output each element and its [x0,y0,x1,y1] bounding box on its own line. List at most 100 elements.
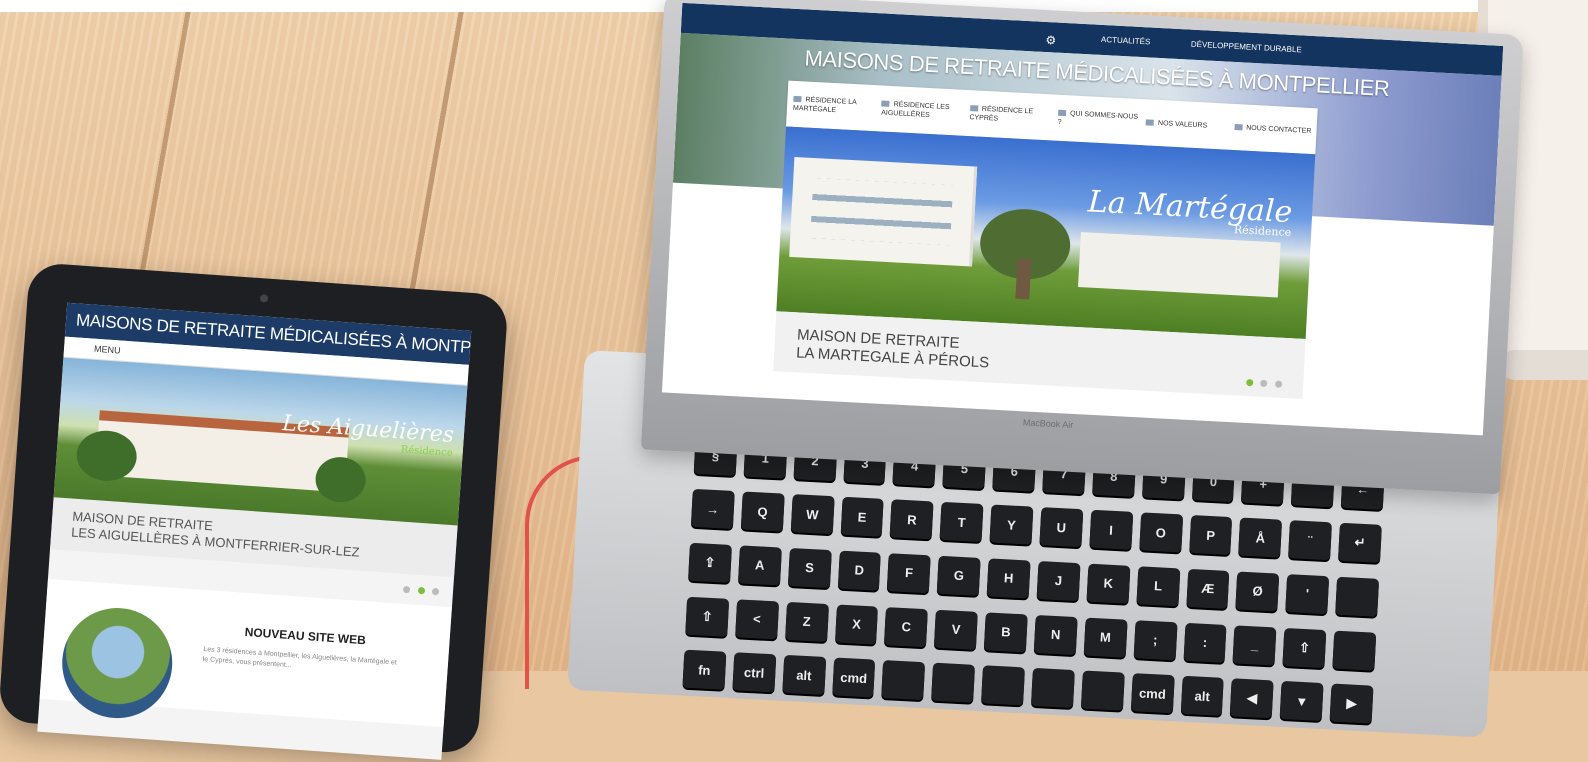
keyboard-key[interactable] [1332,630,1377,671]
news-body: Les 3 résidences à Montpellier, les Aigu… [202,646,397,670]
keyboard-key[interactable]: X [834,604,879,645]
menu-item-aiguelieres[interactable]: RÉSIDENCE LES AIGUELLÈRES [875,99,964,122]
keyboard-key[interactable]: ◀ [1230,678,1274,719]
keyboard-key[interactable]: Q [740,491,785,532]
keyboard-key[interactable]: : [1183,622,1227,663]
news-title[interactable]: NOUVEAU SITE WEB [244,625,366,647]
carousel-dot[interactable] [402,585,411,594]
keyboard-key[interactable]: fn [682,649,727,691]
keyboard-key[interactable]: Z [784,601,829,642]
keyboard-key[interactable] [981,665,1025,706]
monitor-foot [1500,350,1588,380]
keyboard-key[interactable]: Ø [1235,571,1280,612]
menu-item-label: RÉSIDENCE LE CYPRÈS [969,105,1034,123]
keyboard-key[interactable]: U [1039,507,1084,548]
keyboard-key[interactable]: < [735,598,779,640]
keyboard-key[interactable]: I [1089,510,1133,551]
keyboard-key[interactable] [1030,668,1075,709]
keyboard-key[interactable]: Æ [1185,568,1230,609]
keyboard-key[interactable]: D [837,550,882,591]
menu-item-label: QUI SOMMES-NOUS ? [1057,110,1139,126]
residence-icon [969,105,979,112]
mail-icon [1234,123,1243,131]
olive-tree-trunk [1015,258,1032,300]
keyboard-key[interactable]: ' [1285,574,1330,615]
keyboard-key[interactable] [931,662,976,704]
menu-item-nos-valeurs[interactable]: NOS VALEURS [1140,118,1229,132]
keyboard-key[interactable]: ; [1133,619,1178,660]
laptop-brand-label: MacBook Air [1022,417,1074,430]
keyboard-key[interactable]: W [790,494,835,535]
keyboard-key[interactable]: Å [1238,517,1283,558]
carousel-dot-active[interactable] [1246,378,1254,387]
keyboard-key[interactable]: P [1188,515,1233,556]
news-thumbnail[interactable] [58,604,176,722]
keyboard-key[interactable]: ▶ [1329,683,1374,725]
keyboard-key[interactable]: ⇪ [688,542,732,583]
tablet-device: MAISONS DE RETRAITE MÉDICALISÉES À MONTP… [0,262,509,760]
camera-icon [259,294,269,303]
keyboard-key[interactable]: G [937,555,981,596]
menu-item-qui-sommes-nous[interactable]: QUI SOMMES-NOUS ? [1051,108,1140,131]
tablet-hero-image: Les Aiguelières Résidence [53,357,468,526]
keyboard-key[interactable]: alt [782,655,826,696]
tree-shape [314,455,368,504]
carousel-dot-active[interactable] [417,586,425,595]
keyboard-key[interactable] [1335,576,1380,617]
laptop-lid: ⚙ ACTUALITÉS DÉVELOPPEMENT DURABLE MAISO… [640,0,1524,495]
keyboard-key[interactable]: ⇧ [685,596,730,637]
keyboard-key[interactable]: J [1036,561,1081,602]
keyboard-key[interactable]: cmd [831,657,876,698]
tablet-screen: MAISONS DE RETRAITE MÉDICALISÉES À MONTP… [37,302,472,760]
keyboard-key[interactable]: _ [1232,625,1277,666]
keyboard-key[interactable]: S [787,547,832,589]
keyboard-key[interactable]: O [1138,512,1183,553]
nav-actualites[interactable]: ACTUALITÉS [1101,35,1151,47]
menu-item-cypres[interactable]: RÉSIDENCE LE CYPRÈS [963,104,1052,127]
menu-item-label: RÉSIDENCE LA MARTÉGALE [792,96,857,115]
residence-building-2 [1078,232,1281,298]
values-icon [1145,119,1155,126]
keyboard-key[interactable]: ctrl [732,652,777,693]
keyboard-key[interactable]: ↵ [1338,523,1382,564]
keyboard-key[interactable]: R [890,499,934,540]
carousel-dot[interactable] [1260,379,1268,388]
keyboard-key[interactable]: Y [989,504,1034,545]
keyboard-key[interactable]: A [737,545,782,586]
menu-item-martegale[interactable]: RÉSIDENCE LA MARTÉGALE [787,95,876,118]
menu-item-label: NOUS CONTACTER [1246,124,1312,135]
residence-icon [881,100,890,108]
keyboard-key[interactable]: alt [1180,676,1225,717]
keyboard-key[interactable]: → [690,489,735,530]
keyboard-key[interactable] [1080,670,1125,711]
keyboard-key[interactable]: ▼ [1279,681,1324,722]
info-icon [1057,109,1067,117]
nav-developpement-durable[interactable]: DÉVELOPPEMENT DURABLE [1191,40,1302,55]
residence-building [789,157,978,267]
laptop-screen: ⚙ ACTUALITÉS DÉVELOPPEMENT DURABLE MAISO… [661,2,1504,436]
keyboard-key[interactable]: ⇧ [1282,627,1327,668]
menu-item-label: NOS VALEURS [1157,119,1208,130]
keyboard-key[interactable]: H [986,558,1031,599]
laptop-carousel-dots[interactable] [1243,373,1283,393]
keyboard-key[interactable]: M [1083,617,1128,658]
gear-icon[interactable]: ⚙ [1040,29,1062,51]
keyboard-key[interactable]: N [1033,614,1078,655]
keyboard-key[interactable]: L [1136,566,1180,607]
keyboard-key[interactable]: ¨ [1288,520,1333,561]
keyboard-key[interactable] [881,660,926,701]
keyboard-key[interactable]: E [840,496,885,538]
menu-item-label: RÉSIDENCE LES AIGUELLÈRES [881,101,950,120]
menu-item-nous-contacter[interactable]: NOUS CONTACTER [1228,122,1317,136]
keyboard-key[interactable]: K [1086,563,1131,604]
carousel-dot[interactable] [431,587,440,596]
keyboard-key[interactable]: B [983,612,1028,653]
carousel-dot[interactable] [1274,380,1283,388]
keyboard-key[interactable]: T [939,502,984,543]
laptop-hero-logo: La Martégale Résidence [1087,184,1293,239]
keyboard-key[interactable]: C [884,606,929,647]
keyboard-key[interactable]: V [934,609,978,650]
laptop-hero-image: La Martégale Résidence [776,126,1316,340]
keyboard-key[interactable]: cmd [1130,673,1175,714]
keyboard-key[interactable]: F [887,553,932,594]
